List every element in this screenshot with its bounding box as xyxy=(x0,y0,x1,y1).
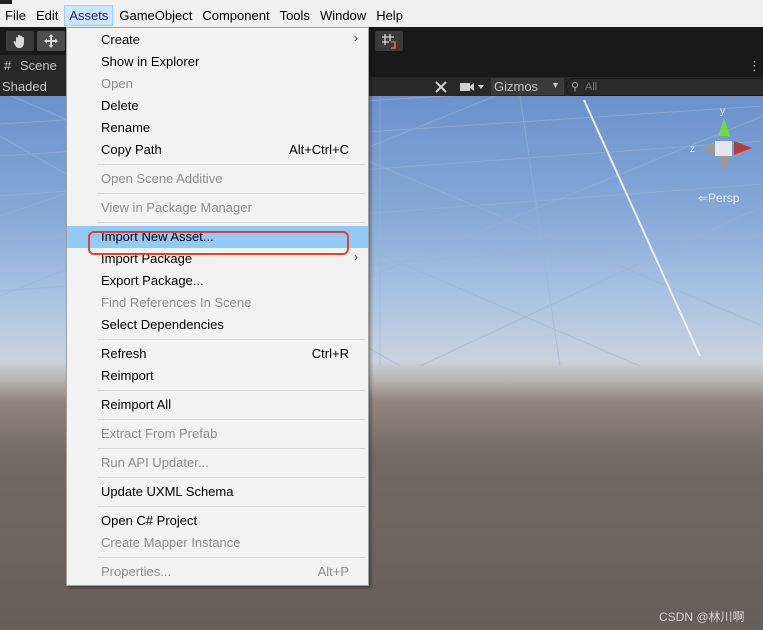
chevron-right-icon: › xyxy=(354,31,358,45)
menu-item-label: Create Mapper Instance xyxy=(101,535,241,550)
search-icon: ⚲ xyxy=(571,81,580,93)
camera-dropdown[interactable] xyxy=(458,78,486,95)
menu-separator xyxy=(97,193,365,194)
menu-item-refresh[interactable]: Refresh Ctrl+R xyxy=(67,343,368,365)
menu-item-open: Open xyxy=(67,73,368,95)
move-tool-button[interactable] xyxy=(37,31,65,51)
hand-tool-icon xyxy=(13,35,24,48)
menu-item-label: Open Scene Additive xyxy=(101,171,223,186)
menu-item-reimport-all[interactable]: Reimport All xyxy=(67,394,368,416)
snap-grid-button[interactable] xyxy=(375,31,403,51)
menu-item-label: Reimport All xyxy=(101,397,172,412)
tab-scene-label: Scene xyxy=(20,58,57,73)
menu-item-reimport[interactable]: Reimport xyxy=(67,365,368,387)
menu-item-select-dependencies[interactable]: Select Dependencies xyxy=(67,314,368,336)
annotation-highlight-box xyxy=(88,231,349,255)
menu-item-extract-from-prefab: Extract From Prefab xyxy=(67,423,368,445)
menu-edit[interactable]: Edit xyxy=(31,5,63,26)
chevron-down-icon: ▼ xyxy=(551,80,560,90)
menu-help[interactable]: Help xyxy=(371,5,408,26)
menu-item-label: Delete xyxy=(101,98,139,113)
highlighted-grid-line xyxy=(583,99,701,357)
menu-item-copy-path[interactable]: Copy Path Alt+Ctrl+C xyxy=(67,139,368,161)
menu-separator xyxy=(97,448,365,449)
menu-item-label: Copy Path xyxy=(101,142,162,157)
gizmos-dropdown[interactable]: Gizmos ▼ xyxy=(491,78,564,95)
menu-item-update-uxml-schema[interactable]: Update UXML Schema xyxy=(67,481,368,503)
move-tool-icon xyxy=(44,34,58,48)
menu-item-shortcut: Ctrl+R xyxy=(311,346,349,361)
watermark-text: CSDN @林川啊 xyxy=(659,610,745,624)
menu-item-label: Rename xyxy=(101,120,151,135)
axis-z-label: z xyxy=(690,144,695,155)
menu-item-shortcut: Alt+Ctrl+C xyxy=(289,142,349,157)
menu-window[interactable]: Window xyxy=(315,5,371,26)
camera-icon xyxy=(460,82,484,91)
menu-separator xyxy=(97,506,365,507)
menu-item-show-in-explorer[interactable]: Show in Explorer xyxy=(67,51,368,73)
menu-gameobject[interactable]: GameObject xyxy=(114,5,197,26)
menu-separator xyxy=(97,222,365,223)
tools-toggle-button[interactable] xyxy=(433,78,449,95)
menu-item-label: Reimport xyxy=(101,368,154,383)
menu-tools[interactable]: Tools xyxy=(275,5,315,26)
menu-item-label: Open C# Project xyxy=(101,513,198,528)
menu-item-label: Update UXML Schema xyxy=(101,484,234,499)
menu-item-shortcut: Alt+P xyxy=(317,564,349,579)
menu-separator xyxy=(97,477,365,478)
gizmos-label: Gizmos xyxy=(494,79,539,94)
menu-item-label: Refresh xyxy=(101,346,147,361)
menu-component[interactable]: Component xyxy=(197,5,274,26)
menu-file[interactable]: File xyxy=(0,5,31,26)
menu-item-label: View in Package Manager xyxy=(101,200,252,215)
menu-separator xyxy=(97,390,365,391)
menu-item-export-package[interactable]: Export Package... xyxy=(67,270,368,292)
menu-item-label: Create xyxy=(101,32,141,47)
menu-item-label: Select Dependencies xyxy=(101,317,224,332)
menu-item-open-scene-additive: Open Scene Additive xyxy=(67,168,368,190)
hash-icon: # xyxy=(4,58,12,73)
kebab-menu-icon[interactable]: ⋮ xyxy=(748,58,761,74)
menu-separator xyxy=(97,339,365,340)
menu-item-properties: Properties... Alt+P xyxy=(67,561,368,583)
snap-grid-icon xyxy=(382,34,396,49)
menu-assets[interactable]: Assets xyxy=(64,5,114,26)
scene-search-input[interactable]: ⚲ All xyxy=(566,78,763,96)
search-placeholder: All xyxy=(585,81,598,93)
menu-separator xyxy=(97,419,365,420)
menu-item-create[interactable]: Create › xyxy=(67,29,368,51)
perspective-toggle[interactable]: ⇐Persp xyxy=(698,191,739,205)
menu-item-label: Export Package... xyxy=(101,273,204,288)
menu-item-label: Run API Updater... xyxy=(101,455,209,470)
tab-scene[interactable]: # Scene xyxy=(0,55,68,77)
menu-separator xyxy=(97,164,365,165)
menu-item-label: Open xyxy=(101,76,133,91)
shading-mode-dropdown[interactable]: Shaded xyxy=(2,78,47,95)
menu-item-run-api-updater: Run API Updater... xyxy=(67,452,368,474)
menu-bar: File Edit Assets GameObject Component To… xyxy=(0,4,763,27)
menu-item-delete[interactable]: Delete xyxy=(67,95,368,117)
menu-item-rename[interactable]: Rename xyxy=(67,117,368,139)
menu-item-label: Show in Explorer xyxy=(101,54,200,69)
menu-separator xyxy=(97,557,365,558)
assets-dropdown-menu: Create › Show in Explorer Open Delete Re… xyxy=(66,27,369,586)
menu-item-label: Properties... xyxy=(101,564,172,579)
menu-item-label: Find References In Scene xyxy=(101,295,252,310)
orientation-gizmo[interactable]: y z xyxy=(690,106,752,172)
hand-tool-button[interactable] xyxy=(6,31,34,51)
axis-y-label: y xyxy=(720,106,725,117)
menu-item-open-csharp-project[interactable]: Open C# Project xyxy=(67,510,368,532)
menu-item-find-references: Find References In Scene xyxy=(67,292,368,314)
chevron-right-icon: › xyxy=(354,250,358,264)
menu-item-label: Extract From Prefab xyxy=(101,426,218,441)
wrench-icon xyxy=(435,80,447,93)
menu-item-create-mapper-instance: Create Mapper Instance xyxy=(67,532,368,554)
menu-item-view-in-package-manager: View in Package Manager xyxy=(67,197,368,219)
